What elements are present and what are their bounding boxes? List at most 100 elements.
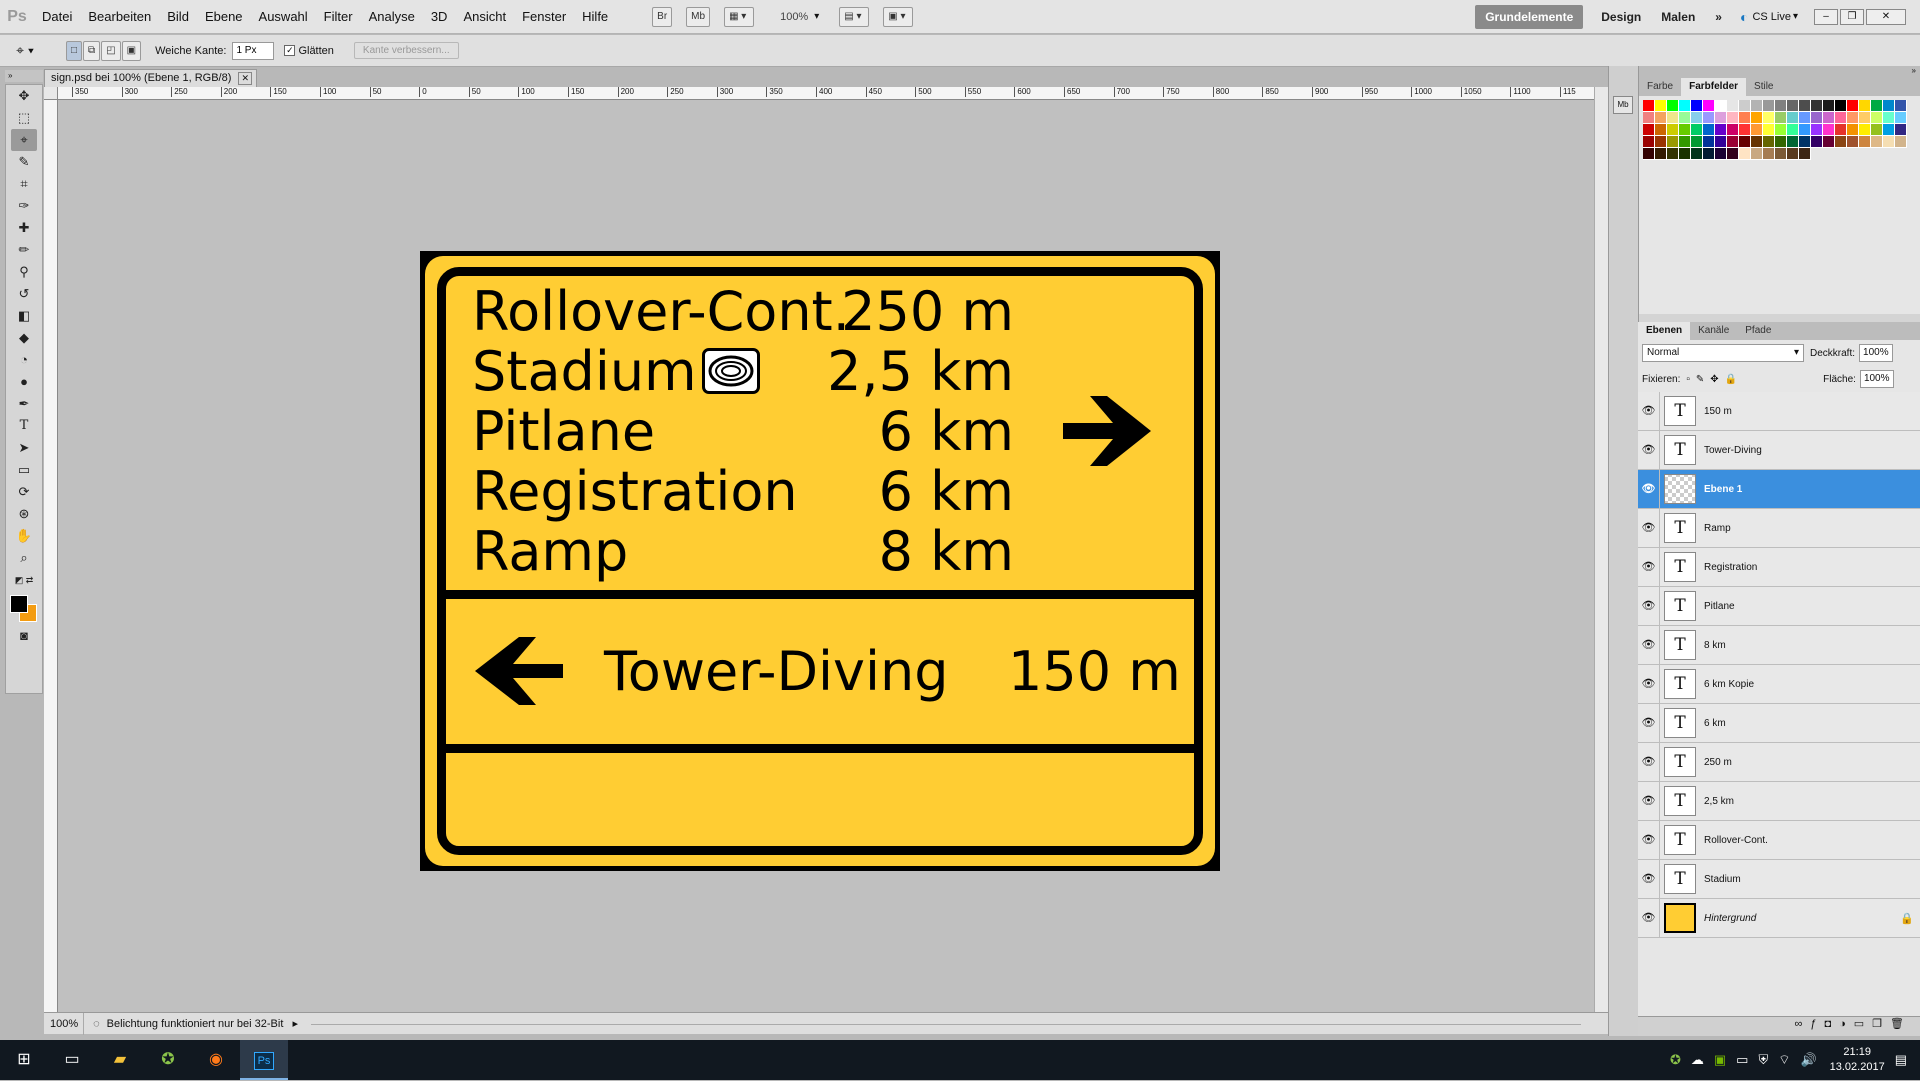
color-swatch[interactable] — [1679, 112, 1691, 124]
color-swatch[interactable] — [1787, 136, 1799, 148]
file-explorer-icon[interactable]: ▰ — [96, 1040, 144, 1080]
tray-app-icon[interactable]: ✪ — [1670, 1052, 1681, 1068]
visibility-eye-icon[interactable]: 👁 — [1638, 898, 1660, 938]
restore-button[interactable]: ❐ — [1840, 8, 1864, 25]
color-swatch[interactable] — [1751, 112, 1763, 124]
opacity-input[interactable]: 100% — [1859, 344, 1894, 362]
color-swatch[interactable] — [1775, 136, 1787, 148]
color-swatch[interactable] — [1727, 136, 1739, 148]
cs-live-menu[interactable]: CS Live — [1752, 11, 1791, 23]
blur-tool-icon[interactable]: ◔ — [11, 349, 37, 371]
color-swatch[interactable] — [1871, 124, 1883, 136]
color-swatch[interactable] — [1691, 100, 1703, 112]
color-swatch[interactable] — [1799, 124, 1811, 136]
tray-network-icon[interactable]: ⌔ — [1778, 1052, 1790, 1068]
visibility-eye-icon[interactable]: 👁 — [1638, 703, 1660, 743]
layer-style-icon[interactable]: ƒ — [1810, 1018, 1824, 1030]
color-swatch[interactable] — [1883, 112, 1895, 124]
color-swatch[interactable] — [1751, 124, 1763, 136]
document-tab[interactable]: sign.psd bei 100% (Ebene 1, RGB/8) ✕ — [44, 69, 257, 87]
color-swatch[interactable] — [1703, 112, 1715, 124]
color-swatch[interactable] — [1655, 112, 1667, 124]
blend-mode-select[interactable]: Normal ▾ — [1642, 344, 1804, 362]
color-swatch[interactable] — [1787, 100, 1799, 112]
intersect-selection-icon[interactable]: ▣ — [121, 40, 142, 61]
color-swatch[interactable] — [1691, 124, 1703, 136]
color-swatch[interactable] — [1799, 148, 1811, 160]
color-swatch[interactable] — [1895, 112, 1907, 124]
layer-mask-icon[interactable]: ◘ — [1824, 1018, 1839, 1030]
menu-bearbeiten[interactable]: Bearbeiten — [80, 0, 159, 34]
color-swatch[interactable] — [1727, 124, 1739, 136]
color-swatch[interactable] — [1703, 148, 1715, 160]
3d-rotate-tool-icon[interactable]: ⟳ — [11, 481, 37, 503]
color-swatch[interactable] — [1679, 100, 1691, 112]
paint-bucket-tool-icon[interactable]: ◆ — [11, 327, 37, 349]
color-swatch[interactable] — [1655, 136, 1667, 148]
color-swatch[interactable] — [1667, 100, 1679, 112]
tray-nvidia-icon[interactable]: ▣ — [1714, 1052, 1726, 1068]
close-document-icon[interactable]: ✕ — [238, 72, 252, 85]
color-swatch[interactable] — [1859, 100, 1871, 112]
color-swatch[interactable] — [1703, 136, 1715, 148]
brush-tool-icon[interactable]: ✏ — [11, 239, 37, 261]
ruler-origin[interactable] — [44, 87, 58, 100]
color-swatch[interactable] — [1811, 124, 1823, 136]
tab-farbe[interactable]: Farbe — [1639, 78, 1681, 96]
eyedropper-tool-icon[interactable]: ✑ — [11, 195, 37, 217]
color-swatch[interactable] — [1655, 124, 1667, 136]
workspace-more[interactable]: » — [1705, 0, 1732, 34]
color-swatch[interactable] — [1751, 148, 1763, 160]
polygonal-lasso-tool-icon[interactable]: ⌖ — [11, 129, 37, 151]
color-swatch[interactable] — [1835, 112, 1847, 124]
close-button[interactable]: ✕ — [1866, 8, 1906, 25]
delete-layer-icon[interactable]: 🗑 — [1890, 1018, 1912, 1030]
shape-tool-icon[interactable]: ▭ — [11, 459, 37, 481]
workspace-design[interactable]: Design — [1591, 0, 1651, 34]
windows-start-icon[interactable]: ⊞ — [0, 1040, 48, 1080]
mini-bridge-button[interactable]: Mb — [686, 6, 711, 27]
color-swatch[interactable] — [1883, 100, 1895, 112]
type-tool-icon[interactable]: T — [11, 415, 37, 437]
color-swatch[interactable] — [1643, 148, 1655, 160]
color-swatch[interactable] — [1667, 148, 1679, 160]
color-swatch[interactable] — [1715, 124, 1727, 136]
color-swatch[interactable] — [1823, 112, 1835, 124]
zoom-indicator[interactable]: 100% — [44, 1013, 84, 1035]
tab-pfade[interactable]: Pfade — [1737, 322, 1779, 340]
color-swatch[interactable] — [1847, 124, 1859, 136]
color-swatch[interactable] — [1835, 100, 1847, 112]
color-swatch[interactable] — [1727, 148, 1739, 160]
pen-tool-icon[interactable]: ✒ — [11, 393, 37, 415]
menu-ansicht[interactable]: Ansicht — [455, 0, 514, 34]
guides-extras-icon[interactable]: ▦ ▾ — [724, 6, 755, 27]
color-swatch[interactable] — [1823, 136, 1835, 148]
color-swatch[interactable] — [1823, 124, 1835, 136]
color-swatch[interactable] — [1679, 124, 1691, 136]
lock-pixels-icon[interactable]: ✎ — [1696, 374, 1704, 385]
fill-input[interactable]: 100% — [1859, 370, 1894, 388]
color-swatch[interactable] — [1847, 100, 1859, 112]
color-swatch[interactable] — [1883, 136, 1895, 148]
clock[interactable]: 21:19 13.02.2017 — [1830, 1045, 1885, 1075]
color-swatch[interactable] — [1763, 100, 1775, 112]
layer-row[interactable]: 👁 T 6 km Kopie — [1638, 664, 1920, 704]
color-swatch[interactable] — [1895, 124, 1907, 136]
color-swatch[interactable] — [1739, 100, 1751, 112]
visibility-eye-icon[interactable]: 👁 — [1638, 742, 1660, 782]
visibility-eye-icon[interactable]: 👁 — [1638, 664, 1660, 704]
color-swatch[interactable] — [1667, 136, 1679, 148]
tab-ebenen[interactable]: Ebenen — [1638, 322, 1691, 340]
color-swatch[interactable] — [1871, 100, 1883, 112]
visibility-eye-icon[interactable]: 👁 — [1638, 820, 1660, 860]
bridge-button[interactable]: Br — [652, 6, 673, 27]
color-swatch[interactable] — [1739, 136, 1751, 148]
visibility-eye-icon[interactable]: 👁 — [1638, 586, 1660, 626]
lock-all-icon[interactable]: 🔒 — [1725, 374, 1737, 385]
visibility-eye-icon[interactable]: 👁 — [1638, 625, 1660, 665]
layer-row[interactable]: 👁 Ebene 1 — [1638, 469, 1920, 509]
tray-shield-icon[interactable]: ⛨ — [1758, 1052, 1768, 1068]
layer-row[interactable]: 👁 T Pitlane — [1638, 586, 1920, 626]
add-selection-icon[interactable]: ⧉ — [83, 40, 101, 61]
color-swatch[interactable] — [1667, 112, 1679, 124]
